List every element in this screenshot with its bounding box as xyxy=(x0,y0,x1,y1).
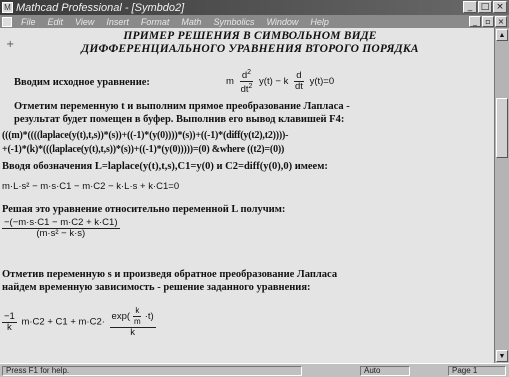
app-icon[interactable]: M xyxy=(2,2,13,13)
heading-line-2: ДИФФЕРЕНЦИАЛЬНОГО УРАВНЕНИЯ ВТОРОГО ПОРЯ… xyxy=(81,43,419,55)
status-page: Page 1 xyxy=(448,366,506,376)
insertion-crosshair-icon: + xyxy=(6,39,15,50)
title-bar: M Mathcad Professional - [Symbdo2] _ □ × xyxy=(0,0,509,15)
heading-line-1: ПРИМЕР РЕШЕНИЯ В СИМВОЛЬНОМ ВИДЕ xyxy=(123,30,377,42)
exp-arg-num: k xyxy=(133,306,142,317)
menu-edit[interactable]: Edit xyxy=(42,17,70,27)
vertical-scrollbar[interactable]: ▲ ▼ xyxy=(494,28,509,363)
scroll-down-icon[interactable]: ▼ xyxy=(496,350,508,362)
eq-yt: y(t) xyxy=(259,76,273,88)
menu-symbolics[interactable]: Symbolics xyxy=(207,17,260,27)
status-mode: Auto xyxy=(360,366,410,376)
menu-insert[interactable]: Insert xyxy=(100,17,135,27)
worksheet-heading: ПРИМЕР РЕШЕНИЯ В СИМВОЛЬНОМ ВИДЕ ДИФФЕРЕ… xyxy=(20,30,480,56)
eq-equals: =0 xyxy=(323,76,335,88)
final-middle: m·C2 + C1 + m·C2· xyxy=(21,316,105,328)
solution-denominator: (m·s² − k·s) xyxy=(36,228,86,239)
scroll-up-icon[interactable]: ▲ xyxy=(496,29,508,41)
d1-den: dt xyxy=(294,81,303,93)
first-derivative: d dt xyxy=(293,71,305,92)
doc-close-button[interactable]: × xyxy=(495,16,507,27)
eq-minus-k: − k xyxy=(275,76,289,88)
status-help: Press F1 for help. xyxy=(2,366,302,376)
final-solution[interactable]: −1 k m·C2 + C1 + m·C2· exp(k m ·t) k xyxy=(2,306,158,338)
exp-arg-t: ·t xyxy=(144,311,151,323)
laplace-result-line-1[interactable]: (((m)*((((laplace(y(t),t,s))*(s))+((-1)*… xyxy=(2,129,288,142)
eq-m: m xyxy=(226,76,234,88)
menu-file[interactable]: File xyxy=(15,17,42,27)
input-label: Вводим исходное уравнение: xyxy=(14,77,150,88)
worksheet[interactable]: + ПРИМЕР РЕШЕНИЯ В СИМВОЛЬНОМ ВИДЕ ДИФФЕ… xyxy=(0,28,494,363)
exp-label: exp xyxy=(111,311,127,323)
scroll-thumb[interactable] xyxy=(496,98,508,158)
close-button[interactable]: × xyxy=(493,1,507,13)
instruction-1b: результат будет помещен в буфер. Выполни… xyxy=(14,114,345,125)
doc-minimize-button[interactable]: _ xyxy=(469,16,481,27)
maximize-button[interactable]: □ xyxy=(478,1,492,13)
inverse-text-a: Отметив переменную s и произведя обратно… xyxy=(2,269,338,280)
exp-arg: km xyxy=(132,306,143,327)
final-coef-den: k xyxy=(7,321,12,333)
solution-fraction: −(−m·s·C1 − m·C2 + k·C1) (m·s² − k·s) xyxy=(2,218,120,239)
final-coef: −1 k xyxy=(2,310,17,333)
menu-math[interactable]: Math xyxy=(175,17,207,27)
d2-exp: 2 xyxy=(247,69,252,76)
final-exp-fraction: exp(k m ·t) k xyxy=(109,306,156,338)
menu-view[interactable]: View xyxy=(69,17,100,27)
document-icon[interactable] xyxy=(2,16,12,27)
window-title: Mathcad Professional - [Symbdo2] xyxy=(16,1,185,14)
laplace-expression[interactable]: m·L·s² − m·s·C1 − m·C2 − k·L·s + k·C1=0 xyxy=(2,181,179,192)
eq-yt-2: y(t) xyxy=(309,76,324,88)
notation-text: Вводя обозначения L=laplace(y(t),t,s),C1… xyxy=(2,161,328,172)
status-bar: Press F1 for help. Auto Page 1 xyxy=(0,363,509,377)
menu-format[interactable]: Format xyxy=(135,17,176,27)
second-derivative: d2 dt2 xyxy=(239,68,255,95)
minimize-button[interactable]: _ xyxy=(463,1,477,13)
dt2-exp: 2 xyxy=(248,83,253,91)
final-exp-num: exp(k m ·t) xyxy=(109,306,156,328)
menu-bar: File Edit View Insert Format Math Symbol… xyxy=(0,15,509,28)
final-coef-num: −1 xyxy=(2,310,17,323)
d2-den: dt xyxy=(240,84,249,96)
solution-L[interactable]: −(−m·s·C1 − m·C2 + k·C1) (m·s² − k·s) xyxy=(2,218,120,239)
menu-window[interactable]: Window xyxy=(260,17,304,27)
doc-restore-button[interactable]: ▫ xyxy=(482,16,494,27)
exp-arg-den: m xyxy=(134,317,141,326)
instruction-1a: Отметим переменную t и выполним прямое п… xyxy=(14,101,350,112)
solve-text: Решая это уравнение относительно перемен… xyxy=(2,204,286,215)
laplace-result-line-2[interactable]: +(-1)*(k)*(((laplace(y(t),t,s))*(s))+((-… xyxy=(2,143,284,156)
inverse-text-b: найдем временную зависимость - решение з… xyxy=(2,282,311,293)
menu-help[interactable]: Help xyxy=(304,17,335,27)
final-exp-den: k xyxy=(130,327,135,338)
input-equation[interactable]: m d2 dt2 y(t) − k d dt y(t)=0 xyxy=(226,68,334,95)
